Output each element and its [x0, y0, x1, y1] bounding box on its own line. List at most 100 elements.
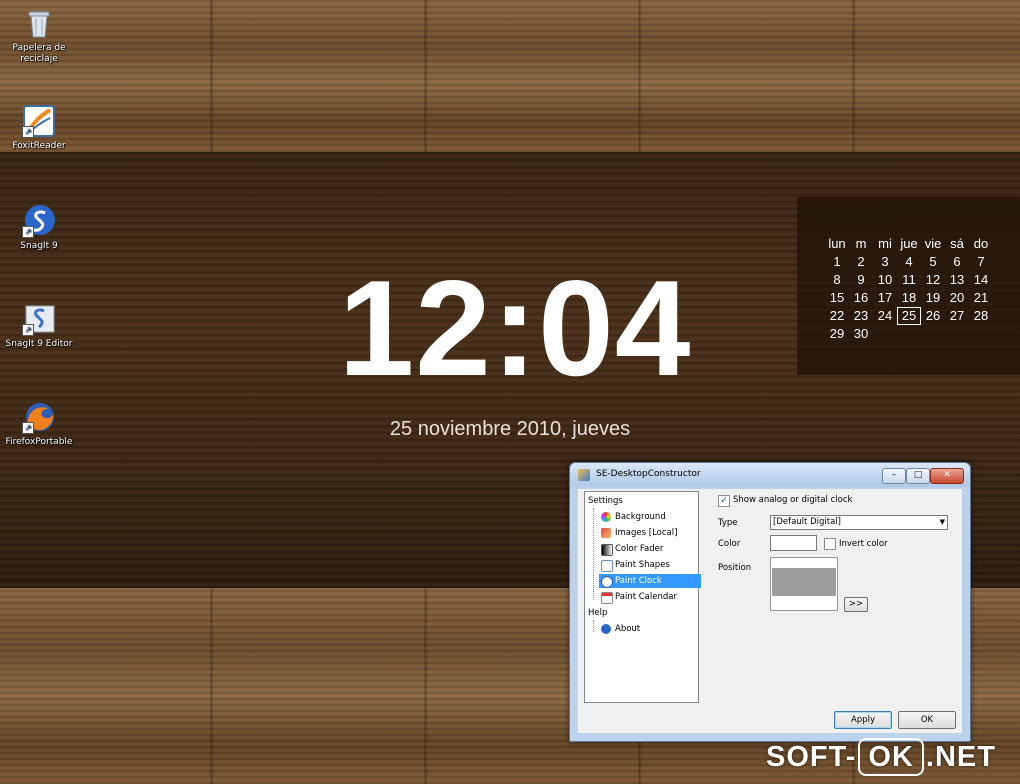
calendar-day: 14 [973, 272, 989, 287]
color-picker[interactable] [770, 535, 817, 551]
calendar-day: 8 [833, 272, 841, 287]
calendar-day: 12 [925, 272, 941, 287]
color-label: Color [718, 539, 741, 549]
calendar-day: 11 [902, 272, 916, 287]
calendar-day: 9 [857, 272, 865, 287]
calendar-day: 29 [829, 326, 845, 341]
position-label: Position [718, 563, 752, 573]
maximize-button[interactable]: □ [906, 468, 930, 484]
calendar-day [921, 325, 945, 343]
desktop-icon-label: FirefoxPortable [5, 437, 73, 447]
calendar-day: 23 [853, 308, 869, 323]
calendar-day: 28 [973, 308, 989, 323]
calendar-day: 13 [949, 272, 965, 287]
calendar-day: 22 [829, 308, 845, 323]
wood-background-top [0, 0, 1020, 152]
calendar-icon [601, 592, 613, 604]
settings-tree[interactable]: Settings Background Images [Local] Color… [584, 491, 701, 703]
tree-connector [593, 508, 594, 600]
calendar-weekday: lun [828, 236, 846, 251]
calendar-day: 2 [857, 254, 865, 269]
calendar-day: 1 [833, 254, 841, 269]
calendar-weekday: m [855, 236, 867, 251]
calendar-day: 3 [881, 254, 889, 269]
tree-item-paint-shapes[interactable]: Paint Shapes [599, 558, 674, 572]
calendar-weekday: vie [924, 236, 942, 251]
desktop-icon-label: SnagIt 9 Editor [5, 339, 73, 349]
desktop-icon-label: FoxitReader [12, 141, 66, 151]
background-icon [601, 512, 611, 522]
color-fader-icon [601, 544, 613, 556]
calendar-day: 18 [901, 290, 917, 305]
calendar-day: 4 [905, 254, 913, 269]
calendar-day: 24 [877, 308, 893, 323]
show-clock-checkbox[interactable]: ✓ [718, 495, 730, 507]
shortcut-arrow-icon: ↗ [22, 422, 34, 434]
apply-button[interactable]: Apply [834, 711, 892, 729]
clock-icon [601, 576, 613, 588]
calendar-weekday: mi [878, 236, 892, 251]
shortcut-arrow-icon: ↗ [22, 324, 34, 336]
snagit-icon: ↗ [22, 204, 56, 238]
minimize-button[interactable]: – [882, 468, 906, 484]
tree-item-color-fader[interactable]: Color Fader [599, 542, 667, 556]
calendar-day: 20 [949, 290, 965, 305]
window-title: SE-DesktopConstructor [596, 469, 701, 479]
tree-connector [593, 620, 594, 632]
calendar-day [945, 325, 969, 343]
tree-node-help[interactable]: Help [588, 608, 607, 618]
type-label: Type [718, 518, 738, 528]
calendar-weekday: do [973, 236, 989, 251]
close-button[interactable]: ✕ [930, 468, 964, 484]
calendar-weekday: jue [900, 236, 918, 251]
calendar-day [873, 325, 897, 343]
calendar-day: 25 [897, 307, 921, 325]
window-titlebar[interactable]: SE-DesktopConstructor – □ ✕ [570, 463, 970, 487]
type-select[interactable]: [Default Digital] ▼ [770, 515, 948, 530]
position-preview[interactable] [770, 557, 838, 611]
desktop-icon-label: Papelera de reciclaje [12, 43, 66, 64]
tree-item-paint-calendar[interactable]: Paint Calendar [599, 590, 681, 604]
tree-item-paint-clock[interactable]: Paint Clock [599, 574, 701, 588]
clock-date: 25 noviembre 2010, jueves [389, 418, 631, 440]
calendar-day: 17 [877, 290, 893, 305]
paint-shapes-icon [601, 560, 613, 572]
desktop-icon-firefox[interactable]: ↗ FirefoxPortable [4, 400, 74, 448]
calendar-day: 5 [929, 254, 937, 269]
desktop-icon-foxitreader[interactable]: ↗ FoxitReader [4, 104, 74, 152]
calendar-day: 7 [977, 254, 985, 269]
calendar-day: 30 [853, 326, 869, 341]
calendar-day [969, 325, 993, 343]
foxit-reader-icon: ↗ [22, 104, 56, 138]
watermark: SOFT- OK .NET [766, 738, 996, 776]
calendar-weekday: sá [950, 236, 964, 251]
images-icon [601, 528, 611, 538]
calendar-widget: lun m mi jue vie sá do 1 2 3 4 5 6 7 8 9 10 11 12 13 14 15 16 1… [797, 197, 1020, 375]
firefox-icon: ↗ [22, 400, 56, 434]
calendar-day: 21 [973, 290, 989, 305]
tree-item-background[interactable]: Background [599, 510, 670, 524]
calendar-day [897, 325, 921, 343]
shortcut-arrow-icon: ↗ [22, 126, 34, 138]
desktop-icon-recycle-bin[interactable]: Papelera de reciclaje [4, 6, 74, 65]
calendar-day: 10 [877, 272, 893, 287]
show-clock-label: Show analog or digital clock [733, 495, 853, 505]
calendar-day: 27 [949, 308, 965, 323]
desktop-icon-snagit-editor[interactable]: ↗ SnagIt 9 Editor [4, 302, 74, 350]
position-more-button[interactable]: >> [844, 597, 868, 612]
tree-node-settings[interactable]: Settings [588, 496, 623, 506]
desktop-icon-label: SnagIt 9 [20, 241, 58, 251]
tree-item-images-local[interactable]: Images [Local] [599, 526, 681, 540]
ok-button[interactable]: OK [898, 711, 956, 729]
tree-item-about[interactable]: About [599, 622, 644, 636]
snagit-editor-icon: ↗ [22, 302, 56, 336]
digital-clock: 12:04 [338, 252, 692, 404]
calendar-day: 6 [953, 254, 961, 269]
desktop-icon-snagit[interactable]: ↗ SnagIt 9 [4, 204, 74, 252]
calendar-day: 19 [925, 290, 941, 305]
info-icon [601, 624, 611, 634]
invert-color-checkbox[interactable] [824, 538, 836, 550]
calendar-day: 26 [925, 308, 941, 323]
calendar-grid: lun m mi jue vie sá do 1 2 3 4 5 6 7 8 9 10 11 12 13 14 15 16 1… [825, 235, 993, 343]
window-client-area: Settings Background Images [Local] Color… [578, 489, 962, 733]
